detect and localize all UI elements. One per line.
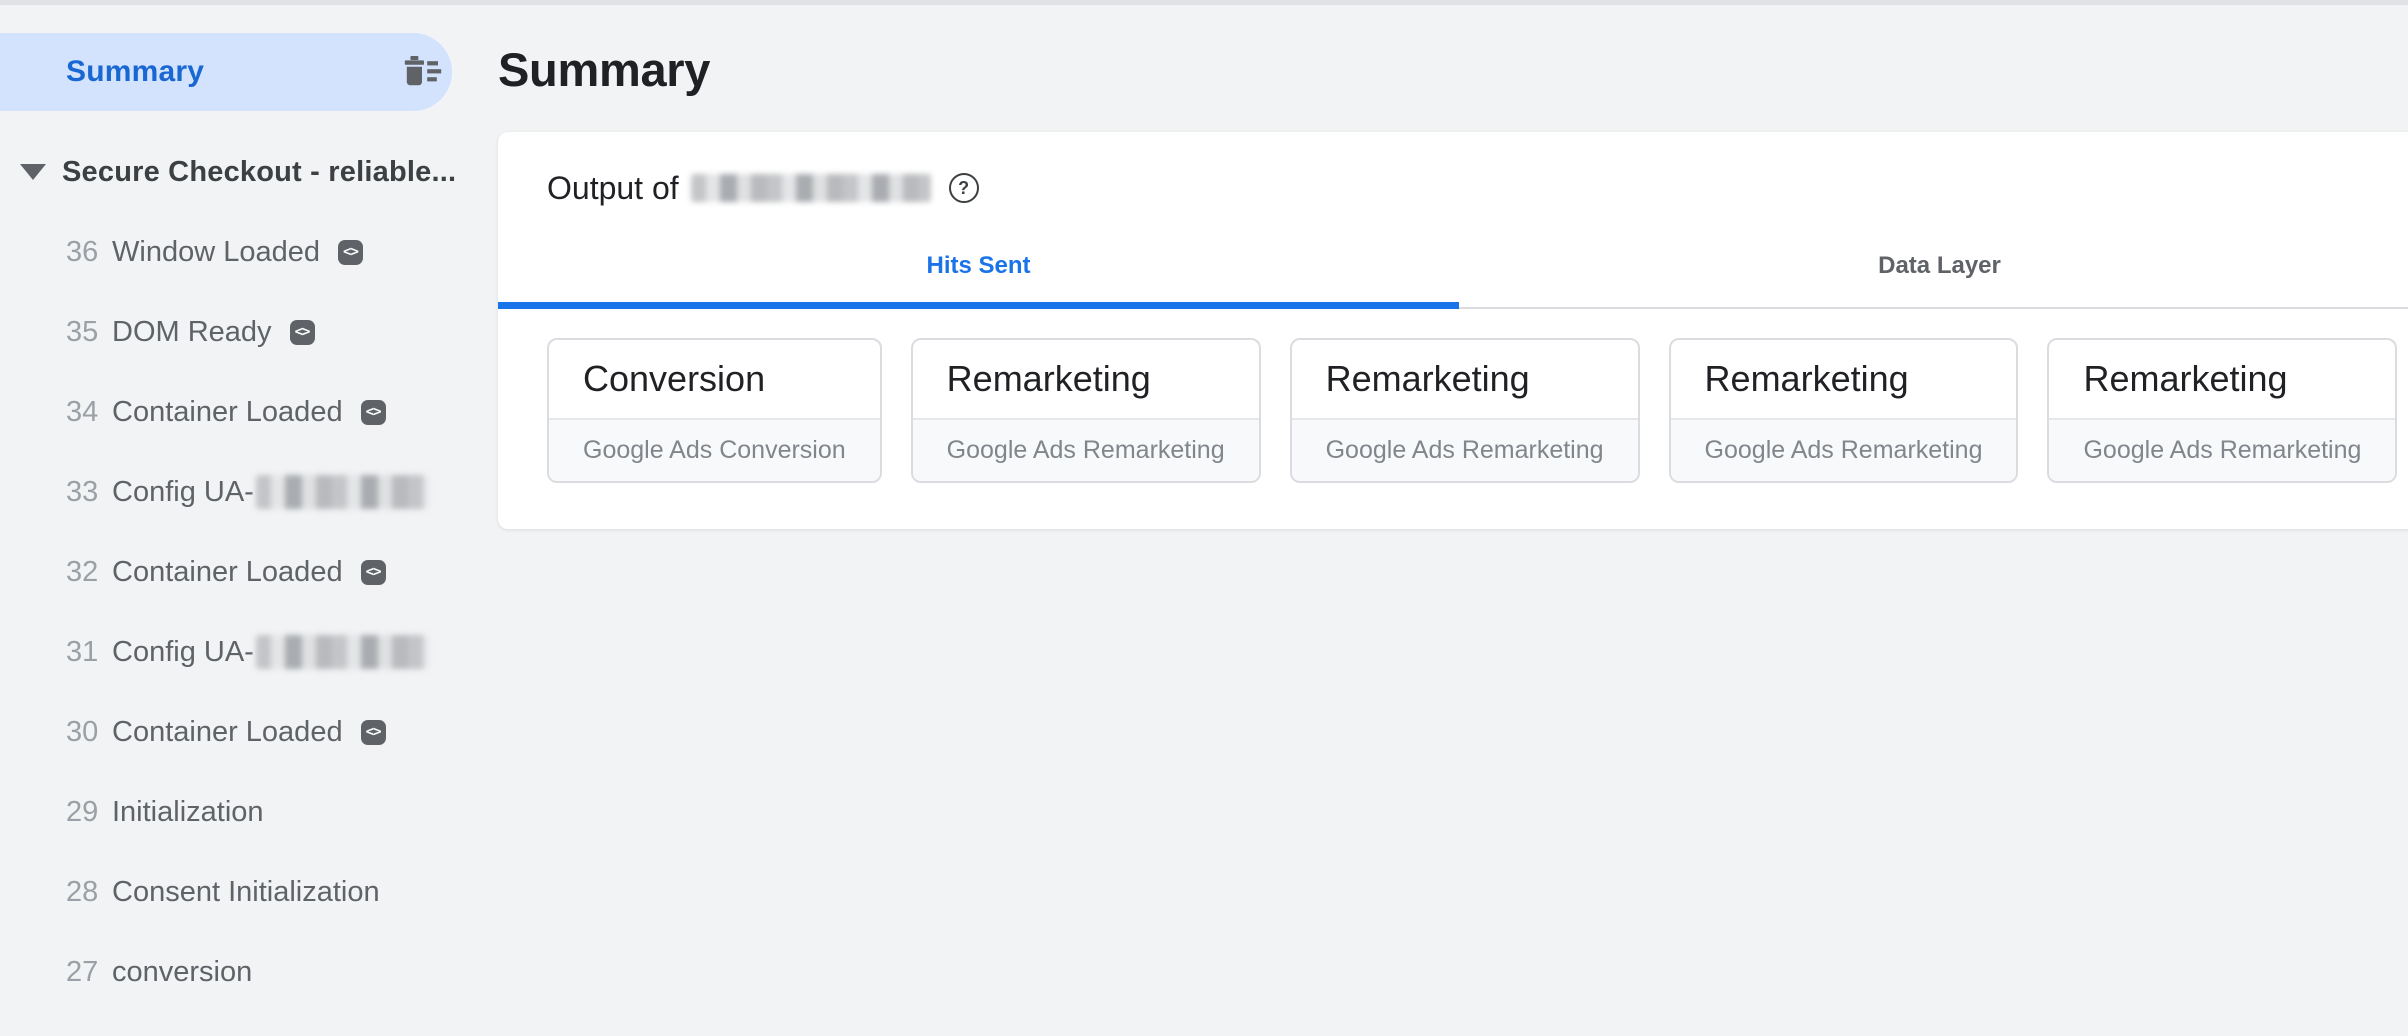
- code-icon: <>: [361, 720, 386, 745]
- code-icon: <>: [361, 400, 386, 425]
- page-title: Summary: [498, 42, 710, 97]
- output-of-label: Output of: [547, 170, 679, 207]
- tag-type: Google Ads Conversion: [549, 418, 880, 481]
- card-header: Output of ?: [547, 168, 979, 208]
- event-label: Initialization: [112, 796, 264, 829]
- event-row[interactable]: 35DOM Ready <>: [0, 292, 480, 372]
- redacted-text: [256, 475, 428, 509]
- event-label: Container Loaded: [112, 716, 343, 749]
- sidebar-item-summary[interactable]: Summary: [0, 33, 452, 111]
- container-tree-header[interactable]: Secure Checkout - reliable...: [0, 148, 480, 196]
- tabbar: Hits Sent Data Layer: [498, 225, 2408, 309]
- event-number: 30: [66, 716, 112, 749]
- summary-label: Summary: [66, 55, 204, 89]
- tab-label: Data Layer: [1878, 252, 2001, 280]
- event-label: Container Loaded: [112, 556, 343, 589]
- tag-title: Remarketing: [1292, 340, 1638, 418]
- event-number: 34: [66, 396, 112, 429]
- hits-list: ConversionGoogle Ads ConversionRemarketi…: [547, 338, 2397, 483]
- event-row[interactable]: 32Container Loaded <>: [0, 532, 480, 612]
- tab-data-layer[interactable]: Data Layer: [1459, 225, 2408, 307]
- tag-title: Remarketing: [2049, 340, 2395, 418]
- help-icon[interactable]: ?: [949, 173, 979, 203]
- event-label: Consent Initialization: [112, 876, 380, 909]
- event-row[interactable]: 33Config UA-: [0, 452, 480, 532]
- event-number: 29: [66, 796, 112, 829]
- event-row[interactable]: 31Config UA-: [0, 612, 480, 692]
- tab-label: Hits Sent: [926, 252, 1030, 280]
- code-icon: <>: [290, 320, 315, 345]
- event-number: 36: [66, 236, 112, 269]
- output-summary-card: Output of ? Hits Sent Data Layer Convers…: [498, 132, 2408, 529]
- event-row[interactable]: 29Initialization: [0, 772, 480, 852]
- event-number: 28: [66, 876, 112, 909]
- tag-title: Conversion: [549, 340, 880, 418]
- event-label: Window Loaded: [112, 236, 320, 269]
- event-label: DOM Ready: [112, 316, 272, 349]
- tag-card[interactable]: RemarketingGoogle Ads Remarketing: [1669, 338, 2019, 483]
- event-list: 36Window Loaded<>35DOM Ready<>34Containe…: [0, 212, 480, 1012]
- event-sidebar: Summary Secure Checkout - reliable... 36…: [0, 5, 480, 1036]
- chevron-down-icon: [20, 164, 46, 180]
- event-label: Config UA-: [112, 476, 254, 509]
- code-icon: <>: [361, 560, 386, 585]
- code-icon: <>: [338, 240, 363, 265]
- delete-sweep-icon: [396, 56, 444, 88]
- tag-title: Remarketing: [913, 340, 1259, 418]
- tab-hits-sent[interactable]: Hits Sent: [498, 225, 1459, 307]
- redacted-text: [256, 635, 428, 669]
- event-label: conversion: [112, 956, 252, 989]
- event-row[interactable]: 27conversion: [0, 932, 480, 1012]
- event-row[interactable]: 30Container Loaded <>: [0, 692, 480, 772]
- tag-card[interactable]: RemarketingGoogle Ads Remarketing: [1290, 338, 1640, 483]
- container-title: Secure Checkout - reliable...: [62, 156, 456, 189]
- tag-type: Google Ads Remarketing: [913, 418, 1259, 481]
- redacted-container-id: [691, 174, 931, 202]
- event-number: 35: [66, 316, 112, 349]
- event-row[interactable]: 36Window Loaded <>: [0, 212, 480, 292]
- tag-type: Google Ads Remarketing: [1671, 418, 2017, 481]
- event-row[interactable]: 34Container Loaded <>: [0, 372, 480, 452]
- tag-card[interactable]: RemarketingGoogle Ads Remarketing: [911, 338, 1261, 483]
- event-number: 27: [66, 956, 112, 989]
- event-number: 32: [66, 556, 112, 589]
- tag-card[interactable]: RemarketingGoogle Ads Remarketing: [2047, 338, 2397, 483]
- event-label: Container Loaded: [112, 396, 343, 429]
- tag-type: Google Ads Remarketing: [1292, 418, 1638, 481]
- event-label: Config UA-: [112, 636, 254, 669]
- event-row[interactable]: 28Consent Initialization: [0, 852, 480, 932]
- tag-title: Remarketing: [1671, 340, 2017, 418]
- event-number: 33: [66, 476, 112, 509]
- event-number: 31: [66, 636, 112, 669]
- tag-card[interactable]: ConversionGoogle Ads Conversion: [547, 338, 882, 483]
- tag-type: Google Ads Remarketing: [2049, 418, 2395, 481]
- clear-events-button[interactable]: [396, 55, 444, 89]
